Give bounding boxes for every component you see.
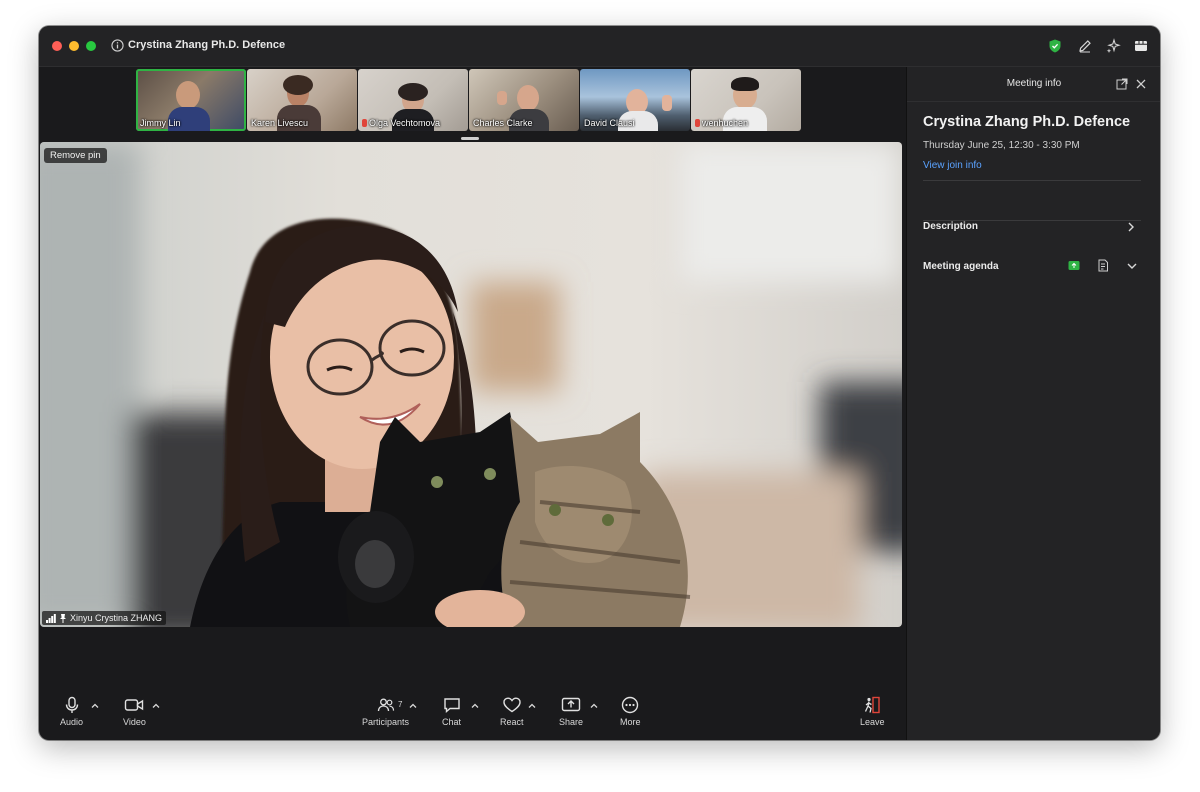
agenda-badge-icon xyxy=(1068,261,1080,270)
pop-out-icon[interactable] xyxy=(1116,78,1128,90)
share-button[interactable]: Share xyxy=(559,696,583,727)
divider xyxy=(923,180,1141,181)
view-join-info-link[interactable]: View join info xyxy=(923,160,982,171)
description-label: Description xyxy=(923,221,979,232)
muted-icon xyxy=(362,119,367,127)
more-button[interactable]: More xyxy=(620,696,641,727)
chat-options-caret-icon[interactable] xyxy=(470,701,480,711)
chat-bubble-icon xyxy=(443,698,460,714)
meeting-agenda-label: Meeting agenda xyxy=(923,261,999,272)
participant-tile-karen-livescu[interactable]: Karen Livescu xyxy=(247,69,357,131)
meeting-toolbar: Audio Video Participants 7 Chat React Sh… xyxy=(39,691,905,740)
chat-button[interactable]: Chat xyxy=(442,696,461,727)
shield-icon[interactable] xyxy=(1047,38,1063,54)
video-button[interactable]: Video xyxy=(123,696,146,727)
participants-icon xyxy=(377,698,394,712)
participants-options-caret-icon[interactable] xyxy=(408,701,418,711)
leave-label: Leave xyxy=(860,717,885,727)
close-icon[interactable] xyxy=(1135,78,1147,90)
zoom-window: Crystina Zhang Ph.D. Defence Jimmy Lin K… xyxy=(39,26,1160,740)
participant-name: Karen Livescu xyxy=(251,118,309,128)
minimize-window-button[interactable] xyxy=(69,41,79,51)
leave-button[interactable]: Leave xyxy=(860,696,885,727)
share-screen-icon xyxy=(561,697,581,712)
share-label: Share xyxy=(559,717,584,727)
description-row[interactable]: Description xyxy=(923,221,978,232)
participant-tile-jimmy-lin[interactable]: Jimmy Lin xyxy=(136,69,246,131)
participant-name: David Clausi xyxy=(584,118,635,128)
divider xyxy=(923,220,1141,221)
participants-count: 7 xyxy=(398,700,403,709)
sparkle-icon[interactable] xyxy=(1105,38,1121,54)
chevron-right-icon[interactable] xyxy=(1126,221,1136,233)
muted-icon xyxy=(695,119,700,127)
signal-strength-icon xyxy=(46,613,56,623)
document-icon[interactable] xyxy=(1097,259,1109,272)
thumbnail-strip-handle[interactable] xyxy=(461,137,479,140)
video-options-caret-icon[interactable] xyxy=(151,701,161,711)
participant-name: Charles Clarke xyxy=(473,118,533,128)
pinned-video[interactable]: Remove pin Xinyu Crystina ZHANG xyxy=(40,142,902,627)
leave-door-icon xyxy=(865,696,880,714)
remove-pin-button[interactable]: Remove pin xyxy=(44,148,107,163)
speaker-name-label: Xinyu Crystina ZHANG xyxy=(42,611,167,625)
pencil-icon[interactable] xyxy=(1077,38,1093,54)
share-options-caret-icon[interactable] xyxy=(589,701,599,711)
participant-tile-charles-clarke[interactable]: Charles Clarke xyxy=(469,69,579,131)
microphone-icon xyxy=(65,696,78,713)
meeting-info-panel: Meeting info Crystina Zhang Ph.D. Defenc… xyxy=(906,67,1160,740)
panel-header: Meeting info xyxy=(907,67,1160,102)
more-label: More xyxy=(620,717,641,727)
audio-options-caret-icon[interactable] xyxy=(90,701,100,711)
react-button[interactable]: React xyxy=(500,696,524,727)
participant-name: wenhuchen xyxy=(702,118,749,128)
title-bar: Crystina Zhang Ph.D. Defence xyxy=(39,26,1160,67)
meeting-title: Crystina Zhang Ph.D. Defence xyxy=(923,114,1131,130)
pin-icon xyxy=(60,613,66,623)
chevron-down-icon[interactable] xyxy=(1126,261,1138,271)
gallery-view-icon[interactable] xyxy=(1133,38,1149,54)
close-window-button[interactable] xyxy=(52,41,62,51)
meeting-agenda-row[interactable]: Meeting agenda xyxy=(923,261,999,272)
participant-tile-olga-vechtomova[interactable]: Olga Vechtomova xyxy=(358,69,468,131)
speaker-name: Xinyu Crystina ZHANG xyxy=(70,613,163,623)
chat-label: Chat xyxy=(442,717,462,727)
participant-name: Jimmy Lin xyxy=(140,118,181,128)
audio-button[interactable]: Audio xyxy=(60,696,83,727)
meeting-time: Thursday June 25, 12:30 - 3:30 PM xyxy=(923,140,1080,151)
participant-tile-wenhuchen[interactable]: wenhuchen xyxy=(691,69,801,131)
participant-tile-david-clausi[interactable]: David Clausi xyxy=(580,69,690,131)
react-options-caret-icon[interactable] xyxy=(527,701,537,711)
participant-name: Olga Vechtomova xyxy=(369,118,441,128)
participants-label: Participants xyxy=(362,717,410,727)
zoom-window-button[interactable] xyxy=(86,41,96,51)
video-camera-icon xyxy=(125,699,144,711)
window-title: Crystina Zhang Ph.D. Defence xyxy=(128,39,286,51)
video-feed-image xyxy=(40,142,902,627)
heart-icon xyxy=(503,697,521,713)
video-label: Video xyxy=(123,717,146,727)
audio-label: Audio xyxy=(60,717,84,727)
react-label: React xyxy=(500,717,524,727)
more-options-icon xyxy=(622,696,639,714)
info-icon[interactable] xyxy=(111,39,124,52)
